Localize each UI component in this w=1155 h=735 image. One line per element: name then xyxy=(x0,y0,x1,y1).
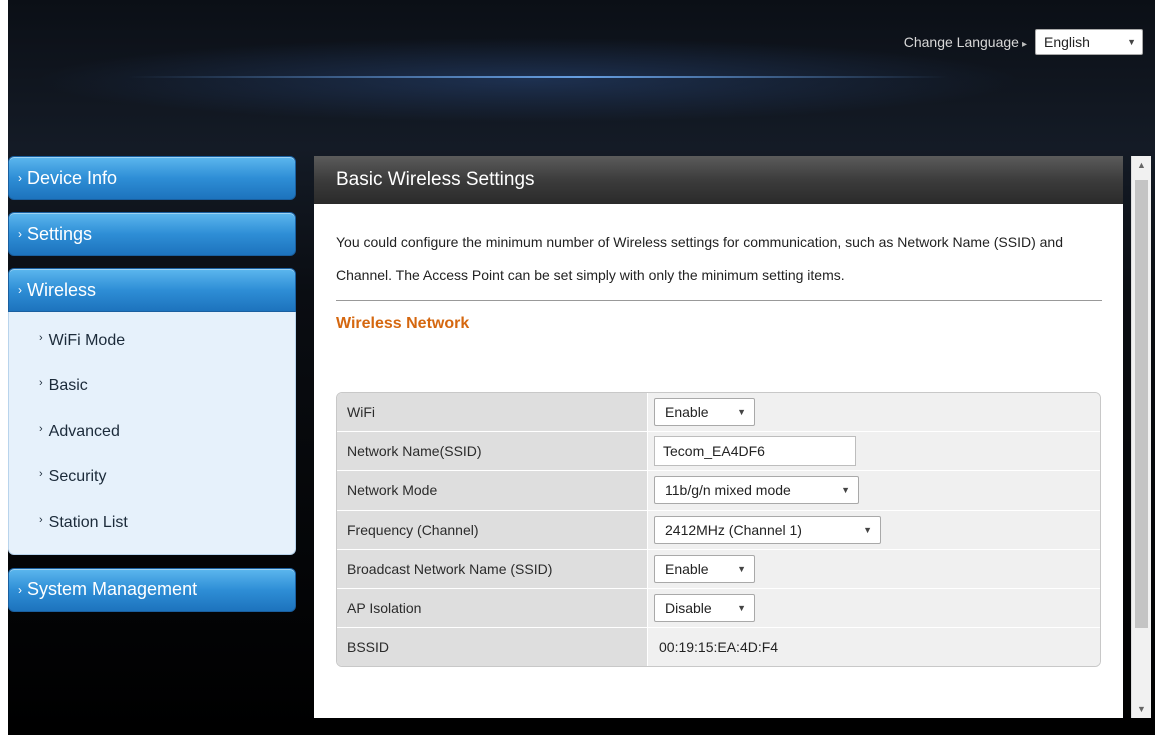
sidebar-item-label: Wireless xyxy=(27,279,97,300)
ap-isolation-select[interactable]: Disable ▼ xyxy=(654,594,755,623)
submenu-item-station-list[interactable]: › Station List xyxy=(9,500,295,546)
content-panel: Basic Wireless Settings You could config… xyxy=(314,156,1123,718)
language-select-value: English xyxy=(1044,34,1090,50)
bssid-label: BSSID xyxy=(337,628,648,667)
wifi-label: WiFi xyxy=(337,393,648,432)
ssid-label: Network Name(SSID) xyxy=(337,432,648,471)
ap-isolation-select-value: Disable xyxy=(665,600,712,617)
page-background: Change Language ▸ English ▼ › Device Info… xyxy=(8,0,1155,735)
chevron-right-icon: ▸ xyxy=(1021,39,1027,50)
table-row: Frequency (Channel) 2412MHz (Channel 1) … xyxy=(337,510,1100,550)
network-mode-label: Network Mode xyxy=(337,471,648,510)
sidebar-item-system-management[interactable]: › System Management xyxy=(8,567,296,612)
submenu-item-security[interactable]: › Security xyxy=(9,455,295,501)
submenu-item-advanced[interactable]: › Advanced xyxy=(9,409,295,455)
chevron-down-icon: ▼ xyxy=(863,524,872,535)
sidebar-item-settings[interactable]: › Settings xyxy=(8,212,296,256)
submenu-item-label: Basic xyxy=(48,377,88,395)
chevron-right-icon: › xyxy=(39,377,43,390)
bssid-value: 00:19:15:EA:4D:F4 xyxy=(659,639,779,656)
sidebar-item-label: Device Info xyxy=(27,167,118,188)
table-row: Network Name(SSID) Tecom_EA4DF6 xyxy=(337,432,1100,472)
submenu-item-label: WiFi Mode xyxy=(48,331,126,349)
submenu-item-basic[interactable]: › Basic xyxy=(9,364,295,410)
sidebar: › Device Info › Settings › Wireless › Wi… xyxy=(8,156,296,624)
scroll-up-arrow-icon[interactable]: ▲ xyxy=(1132,156,1151,174)
chevron-right-icon: › xyxy=(39,468,43,481)
network-mode-select[interactable]: 11b/g/n mixed mode ▼ xyxy=(654,476,859,505)
submenu-item-wifi-mode[interactable]: › WiFi Mode xyxy=(9,318,295,364)
chevron-right-icon: › xyxy=(18,283,22,297)
wifi-select[interactable]: Enable ▼ xyxy=(654,398,755,427)
network-mode-value-cell: 11b/g/n mixed mode ▼ xyxy=(648,471,1100,510)
table-row: Network Mode 11b/g/n mixed mode ▼ xyxy=(337,471,1100,511)
table-row: Broadcast Network Name (SSID) Enable ▼ xyxy=(337,549,1100,589)
chevron-down-icon: ▼ xyxy=(841,485,850,496)
language-select[interactable]: English ▼ xyxy=(1035,29,1143,55)
network-mode-select-value: 11b/g/n mixed mode xyxy=(665,482,791,499)
bssid-value-cell: 00:19:15:EA:4D:F4 xyxy=(648,628,1100,667)
sidebar-item-label: System Management xyxy=(27,579,198,599)
frequency-label: Frequency (Channel) xyxy=(337,510,648,549)
table-row: AP Isolation Disable ▼ xyxy=(337,588,1100,629)
chevron-right-icon: › xyxy=(18,582,22,597)
chevron-right-icon: › xyxy=(18,227,22,241)
language-bar: Change Language ▸ English ▼ xyxy=(904,29,1143,55)
frequency-value-cell: 2412MHz (Channel 1) ▼ xyxy=(648,510,1100,549)
ssid-value-cell: Tecom_EA4DF6 xyxy=(648,432,1100,471)
chevron-right-icon: › xyxy=(39,513,43,526)
chevron-down-icon: ▼ xyxy=(1127,37,1136,47)
ap-isolation-label: AP Isolation xyxy=(337,588,648,628)
vertical-scrollbar[interactable]: ▲ ▼ xyxy=(1131,156,1151,718)
submenu-item-label: Station List xyxy=(48,513,128,531)
chevron-down-icon: ▼ xyxy=(737,563,746,574)
chevron-right-icon: › xyxy=(39,331,43,344)
scrollbar-thumb[interactable] xyxy=(1135,180,1148,628)
broadcast-ssid-value-cell: Enable ▼ xyxy=(648,549,1100,588)
chevron-down-icon: ▼ xyxy=(737,407,746,418)
wifi-select-value: Enable xyxy=(665,404,709,421)
broadcast-ssid-select-value: Enable xyxy=(665,560,709,577)
sidebar-item-wireless[interactable]: › Wireless xyxy=(8,268,296,312)
change-language-text: Change Language xyxy=(903,34,1019,50)
frequency-select[interactable]: 2412MHz (Channel 1) ▼ xyxy=(654,515,881,544)
scroll-down-arrow-icon[interactable]: ▼ xyxy=(1132,700,1151,718)
table-row: WiFi Enable ▼ xyxy=(337,393,1100,433)
sidebar-item-device-info[interactable]: › Device Info xyxy=(8,156,296,200)
submenu-item-label: Advanced xyxy=(48,422,120,440)
submenu-item-label: Security xyxy=(48,468,107,486)
ssid-input[interactable]: Tecom_EA4DF6 xyxy=(654,436,856,467)
broadcast-ssid-label: Broadcast Network Name (SSID) xyxy=(337,549,648,588)
wireless-submenu: › WiFi Mode › Basic › Advanced › Securit… xyxy=(8,312,296,555)
chevron-right-icon: › xyxy=(18,171,22,185)
chevron-right-icon: › xyxy=(39,422,43,435)
wifi-value-cell: Enable ▼ xyxy=(648,393,1100,432)
change-language-label: Change Language ▸ xyxy=(904,34,1027,50)
page-description: You could configure the minimum number o… xyxy=(336,226,1102,301)
broadcast-ssid-select[interactable]: Enable ▼ xyxy=(654,554,755,583)
ap-isolation-value-cell: Disable ▼ xyxy=(648,588,1100,628)
frequency-select-value: 2412MHz (Channel 1) xyxy=(665,521,802,538)
header-glow xyxy=(128,76,948,78)
chevron-down-icon: ▼ xyxy=(737,603,746,614)
table-row: BSSID 00:19:15:EA:4D:F4 xyxy=(337,628,1100,667)
section-title: Wireless Network xyxy=(336,315,470,332)
sidebar-item-label: Settings xyxy=(27,223,93,244)
wireless-settings-table: WiFi Enable ▼ Network Name(SSID) Tecom_E… xyxy=(336,392,1101,668)
page-title: Basic Wireless Settings xyxy=(314,156,1123,204)
